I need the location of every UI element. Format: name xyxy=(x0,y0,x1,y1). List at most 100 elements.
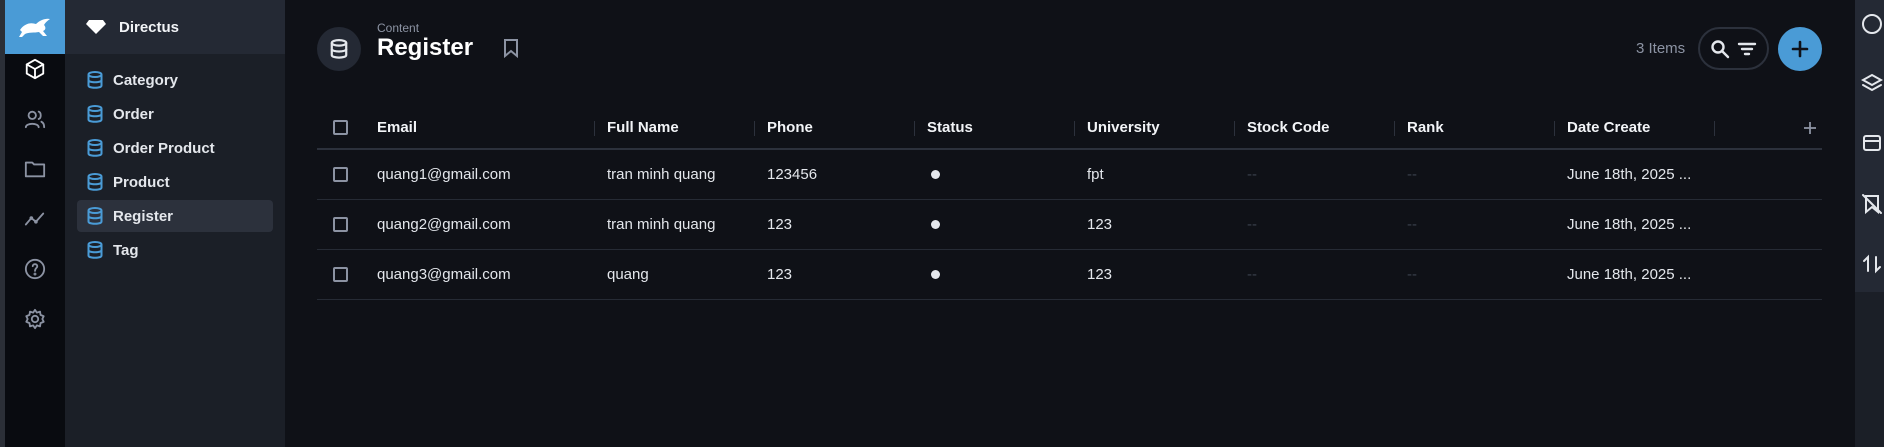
right-sidebar xyxy=(1855,0,1884,447)
database-icon xyxy=(87,207,103,225)
cell-university: 123 xyxy=(1087,266,1113,283)
database-icon xyxy=(330,39,348,59)
items-table: Email Full Name Phone Status University … xyxy=(317,107,1822,300)
info-icon[interactable] xyxy=(1861,13,1883,35)
row-select-cell xyxy=(317,217,365,232)
cell-status xyxy=(915,220,1075,229)
diamond-icon xyxy=(86,20,106,34)
row-checkbox[interactable] xyxy=(333,167,348,182)
search-filter-group xyxy=(1698,27,1769,70)
add-field-icon[interactable] xyxy=(1802,120,1818,136)
cell-full-name: quang xyxy=(607,266,649,283)
column-header-date-create[interactable]: Date Create xyxy=(1555,119,1715,136)
column-header-status[interactable]: Status xyxy=(915,119,1075,136)
collection-icon xyxy=(317,27,361,71)
plus-icon xyxy=(1791,40,1809,58)
database-icon xyxy=(87,105,103,123)
cell-phone: 123 xyxy=(767,266,793,283)
status-dot xyxy=(931,220,940,229)
cell-full-name: tran minh quang xyxy=(607,166,716,183)
nav-item-category[interactable]: Category xyxy=(77,64,273,96)
create-item-button[interactable] xyxy=(1778,27,1822,71)
table-row[interactable]: quang2@gmail.com tran minh quang 123 123… xyxy=(317,200,1822,250)
database-icon xyxy=(87,139,103,157)
cell-phone: 123 xyxy=(767,216,793,233)
archive-icon[interactable] xyxy=(1861,132,1883,154)
files-folder-icon[interactable] xyxy=(22,156,48,182)
filter-icon[interactable] xyxy=(1737,39,1757,59)
cell-rank: -- xyxy=(1407,166,1417,183)
nav-item-label: Product xyxy=(113,173,170,191)
nav-item-product[interactable]: Product xyxy=(77,166,273,198)
cell-full-name: tran minh quang xyxy=(607,216,716,233)
project-name: Directus xyxy=(119,18,180,36)
cell-email: quang1@gmail.com xyxy=(377,166,511,183)
users-icon[interactable] xyxy=(22,106,48,132)
import-export-icon[interactable] xyxy=(1861,253,1883,275)
column-header-phone[interactable]: Phone xyxy=(755,119,915,136)
cell-stock-code: -- xyxy=(1247,266,1257,283)
column-header-full-name[interactable]: Full Name xyxy=(595,119,755,136)
item-count: 3 Items xyxy=(1636,40,1686,57)
cell-date-create: June 18th, 2025 ... xyxy=(1567,266,1692,283)
cell-date-create: June 18th, 2025 ... xyxy=(1567,166,1692,183)
cell-rank: -- xyxy=(1407,216,1417,233)
select-all-cell xyxy=(317,120,365,135)
row-checkbox[interactable] xyxy=(333,267,348,282)
search-icon[interactable] xyxy=(1710,39,1730,59)
nav-item-tag[interactable]: Tag xyxy=(77,234,273,266)
nav-item-label: Tag xyxy=(113,241,139,259)
module-bar xyxy=(0,0,65,447)
settings-gear-icon[interactable] xyxy=(22,306,48,332)
row-select-cell xyxy=(317,267,365,282)
cell-university: 123 xyxy=(1087,216,1113,233)
cell-date-create: June 18th, 2025 ... xyxy=(1567,216,1692,233)
cell-status xyxy=(915,270,1075,279)
page-title: Register xyxy=(377,34,474,61)
table-row[interactable]: quang1@gmail.com tran minh quang 123456 … xyxy=(317,150,1822,200)
nav-item-label: Category xyxy=(113,71,179,89)
main-content: Content Register 3 Items Email Full Name… xyxy=(285,0,1855,447)
database-icon xyxy=(87,173,103,191)
nav-item-label: Order Product xyxy=(113,139,215,157)
select-all-checkbox[interactable] xyxy=(333,120,348,135)
nav-item-order-product[interactable]: Order Product xyxy=(77,132,273,164)
cell-phone: 123456 xyxy=(767,166,818,183)
layout-layers-icon[interactable] xyxy=(1861,72,1883,94)
cell-status xyxy=(915,170,1075,179)
cell-stock-code: -- xyxy=(1247,216,1257,233)
nav-item-label: Register xyxy=(113,207,174,225)
database-icon xyxy=(87,71,103,89)
nav-item-label: Order xyxy=(113,105,154,123)
insights-icon[interactable] xyxy=(22,206,48,232)
status-dot xyxy=(931,170,940,179)
cell-university: fpt xyxy=(1087,166,1104,183)
navigation-sidebar: Directus Category Order Order Product Pr… xyxy=(65,0,285,447)
database-icon xyxy=(87,241,103,259)
directus-rabbit-icon xyxy=(19,18,50,37)
bookmark-off-icon[interactable] xyxy=(1861,193,1883,215)
cell-email: quang3@gmail.com xyxy=(377,266,511,283)
column-header-rank[interactable]: Rank xyxy=(1395,119,1555,136)
column-header-university[interactable]: University xyxy=(1075,119,1235,136)
table-row[interactable]: quang3@gmail.com quang 123 123 -- -- Jun… xyxy=(317,250,1822,300)
status-dot xyxy=(931,270,940,279)
add-column-cell xyxy=(1715,120,1822,136)
bookmark-icon[interactable] xyxy=(502,38,520,63)
cell-rank: -- xyxy=(1407,266,1417,283)
breadcrumb[interactable]: Content xyxy=(377,21,419,35)
column-header-email[interactable]: Email xyxy=(365,119,595,136)
nav-item-register[interactable]: Register xyxy=(77,200,273,232)
help-icon[interactable] xyxy=(22,256,48,282)
row-select-cell xyxy=(317,167,365,182)
cell-stock-code: -- xyxy=(1247,166,1257,183)
collection-list: Category Order Order Product Product Reg… xyxy=(65,54,285,278)
project-header[interactable]: Directus xyxy=(65,0,285,54)
column-header-stock-code[interactable]: Stock Code xyxy=(1235,119,1395,136)
content-box-icon[interactable] xyxy=(22,56,48,82)
table-header: Email Full Name Phone Status University … xyxy=(317,107,1822,150)
row-checkbox[interactable] xyxy=(333,217,348,232)
nav-item-order[interactable]: Order xyxy=(77,98,273,130)
cell-email: quang2@gmail.com xyxy=(377,216,511,233)
directus-logo[interactable] xyxy=(5,0,65,54)
